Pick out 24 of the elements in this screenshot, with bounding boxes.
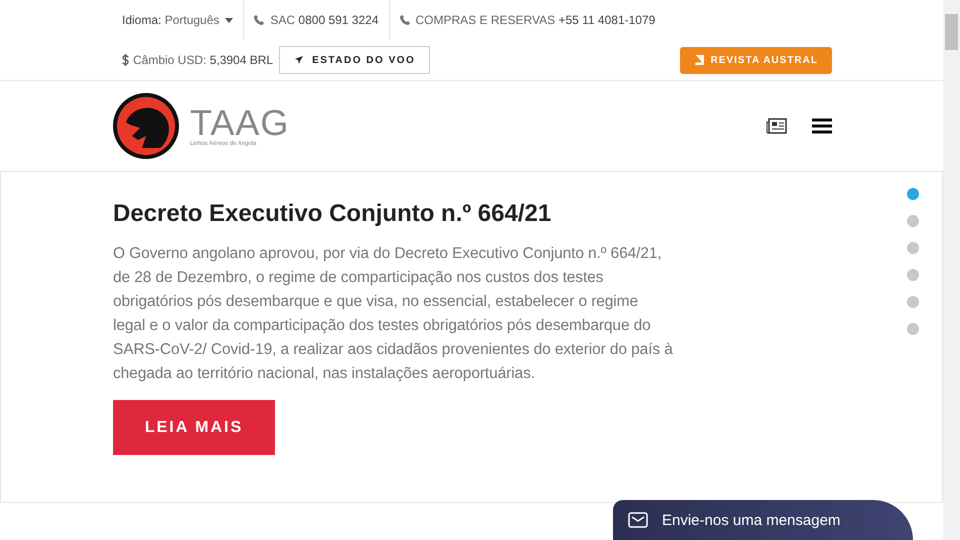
envelope-icon bbox=[628, 512, 648, 528]
slide-dot[interactable] bbox=[907, 242, 919, 254]
chat-widget[interactable]: Envie-nos uma mensagem bbox=[613, 500, 913, 540]
slide-title: Decreto Executivo Conjunto n.º 664/21 bbox=[113, 200, 552, 228]
slide-dot[interactable] bbox=[907, 296, 919, 308]
slide-text: O Governo angolano aprovou, por via do Decreto Executivo Conjunto n.º 664/21, de 28 de Dezembro, o regime de comparticipação nos custos dos testes obrigatórios pós desembarque e que visa, no essencial, estabelecer o regime legal e o valor da comparticipação dos testes obrigatórios pós desembarque do SARS-CoV-2/ Covid-19, a realizar aos cidadãos provenientes do exterior do país à chegada ao território nacional, nas instalações aeroportuárias. bbox=[113, 244, 673, 384]
slide-dot[interactable] bbox=[907, 188, 919, 200]
slide-dot[interactable] bbox=[907, 269, 919, 281]
newspaper-icon[interactable] bbox=[766, 118, 787, 134]
sales-phone: COMPRAS E RESERVAS +55 11 4081-1079 bbox=[416, 13, 656, 27]
logo-name: TAAG bbox=[190, 105, 290, 141]
slide-dot[interactable] bbox=[907, 323, 919, 335]
flight-status-button[interactable]: ESTADO DO VOO bbox=[279, 46, 430, 74]
language-selector[interactable]: Idioma: Português bbox=[122, 13, 220, 27]
scrollbar-thumb[interactable] bbox=[945, 14, 958, 50]
caret-icon bbox=[225, 18, 234, 22]
menu-icon[interactable] bbox=[812, 118, 832, 134]
phone-icon bbox=[400, 15, 410, 25]
slide-dot[interactable] bbox=[907, 215, 919, 227]
sac-phone: SAC 0800 591 3224 bbox=[270, 13, 379, 27]
phone-icon bbox=[254, 15, 264, 25]
read-more-button[interactable]: LEIA MAIS bbox=[113, 400, 275, 455]
dollar-icon bbox=[122, 54, 129, 66]
exchange-rate: Câmbio USD: 5,3904 BRL bbox=[133, 53, 274, 67]
